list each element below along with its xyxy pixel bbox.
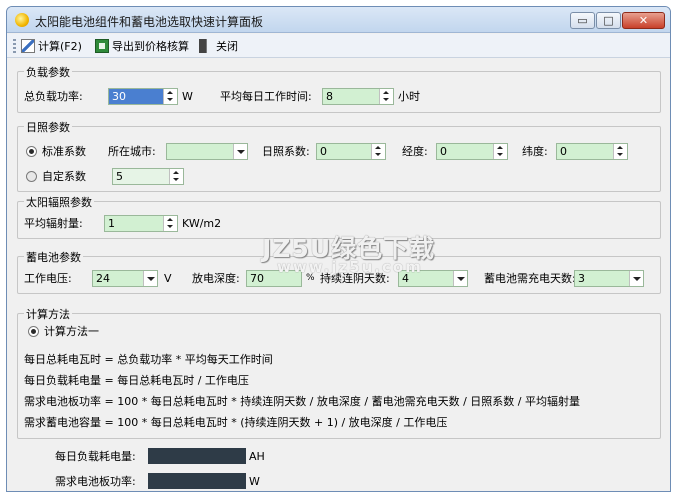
close-icon: ✕	[638, 14, 649, 27]
depth-value: 70	[250, 272, 264, 285]
close-window-button[interactable]: ✕	[622, 12, 665, 29]
chevron-down-icon[interactable]	[233, 144, 247, 159]
close-button[interactable]: 关闭	[199, 37, 238, 55]
standard-label: 标准系数	[42, 145, 86, 158]
sun-group: 日照参数 标准系数 所在城市: 日照系数: 0 经度: 0 纬度: 0 自定系数…	[17, 119, 661, 192]
toolbar: 计算(F2) 导出到价格核算 关闭	[7, 34, 670, 58]
custom-input[interactable]: 5	[112, 168, 184, 185]
export-label: 导出到价格核算	[112, 40, 189, 53]
coef-label: 日照系数:	[262, 145, 310, 158]
avg-spinner[interactable]	[163, 216, 177, 231]
lat-value: 0	[560, 145, 567, 158]
window-title: 太阳能电池组件和蓄电池选取快速计算面板	[35, 15, 264, 29]
app-window: 太阳能电池组件和蓄电池选取快速计算面板 ▭ □ ✕ 计算(F2) 导出到价格核算…	[6, 6, 671, 492]
power-spinner[interactable]	[163, 89, 177, 104]
custom-spinner[interactable]	[169, 169, 183, 184]
coef-value: 0	[320, 145, 327, 158]
hours-value: 8	[326, 90, 333, 103]
avg-input[interactable]: 1	[104, 215, 178, 232]
panel-power-label: 需求电池板功率:	[55, 475, 136, 488]
custom-label: 自定系数	[42, 170, 86, 183]
method-group: 计算方法 计算方法一 每日总耗电瓦时 = 总负载功率 * 平均每天工作时间 每日…	[17, 306, 661, 439]
sun-group-title: 日照参数	[24, 119, 72, 135]
calculate-button[interactable]: 计算(F2)	[21, 37, 82, 55]
sun-app-icon	[15, 13, 29, 27]
daily-usage-label: 每日负载耗电量:	[55, 450, 136, 463]
radiation-group-title: 太阳辐照参数	[24, 194, 94, 210]
avg-value: 1	[108, 217, 115, 230]
maximize-button[interactable]: □	[596, 12, 621, 29]
calculate-icon	[21, 39, 35, 53]
power-value: 30	[112, 90, 126, 103]
battery-group-title: 蓄电池参数	[24, 249, 83, 265]
avg-label: 平均辐射量:	[24, 217, 83, 230]
custom-radio[interactable]	[26, 171, 37, 182]
minimize-icon: ▭	[577, 14, 588, 27]
close-label: 关闭	[216, 40, 238, 53]
chevron-down-icon[interactable]	[143, 271, 157, 286]
lon-input[interactable]: 0	[436, 143, 508, 160]
formula-line: 每日总耗电瓦时 = 总负载功率 * 平均每天工作时间	[24, 353, 273, 366]
lat-input[interactable]: 0	[556, 143, 628, 160]
daily-usage-output	[148, 448, 246, 464]
voltage-select[interactable]: 24	[92, 270, 158, 287]
avg-unit: KW/m2	[182, 217, 222, 230]
load-group: 负载参数 总负载功率: 30 W 平均每日工作时间: 8 小时	[17, 64, 661, 113]
lon-spinner[interactable]	[493, 144, 507, 159]
method-one-label: 计算方法一	[44, 325, 99, 338]
maximize-icon: □	[603, 14, 614, 27]
city-label: 所在城市:	[108, 145, 156, 158]
excel-icon	[95, 39, 109, 53]
voltage-value: 24	[96, 272, 110, 285]
method-group-title: 计算方法	[24, 306, 72, 322]
standard-radio[interactable]	[26, 146, 37, 157]
panel-power-output	[148, 473, 246, 489]
calculate-label: 计算(F2)	[38, 40, 82, 53]
chevron-down-icon[interactable]	[629, 271, 643, 286]
watermark-url: www.jz5u.com	[277, 258, 423, 276]
hours-spinner[interactable]	[379, 89, 393, 104]
hours-input[interactable]: 8	[322, 88, 394, 105]
recharge-value: 3	[578, 272, 585, 285]
lat-label: 纬度:	[522, 145, 548, 158]
coef-spinner[interactable]	[371, 144, 385, 159]
recharge-label: 蓄电池需充电天数:	[484, 272, 576, 285]
power-input[interactable]: 30	[108, 88, 178, 105]
formula-line: 需求电池板功率 = 100 * 每日总耗电瓦时 * 持续连阴天数 / 放电深度 …	[24, 395, 580, 408]
depth-label: 放电深度:	[192, 272, 240, 285]
load-group-title: 负载参数	[24, 64, 72, 80]
custom-value: 5	[116, 170, 123, 183]
lon-label: 经度:	[402, 145, 428, 158]
formula-line: 每日负载耗电量 = 每日总耗电瓦时 / 工作电压	[24, 374, 249, 387]
exit-icon	[199, 39, 207, 53]
lat-spinner[interactable]	[613, 144, 627, 159]
lon-value: 0	[440, 145, 447, 158]
daily-usage-unit: AH	[249, 450, 265, 463]
voltage-label: 工作电压:	[24, 272, 72, 285]
toolbar-grip[interactable]	[13, 39, 16, 53]
hours-label: 平均每日工作时间:	[220, 90, 312, 103]
voltage-unit: V	[164, 272, 172, 285]
title-bar: 太阳能电池组件和蓄电池选取快速计算面板 ▭ □ ✕	[7, 7, 670, 33]
recharge-select[interactable]: 3	[574, 270, 644, 287]
power-label: 总负载功率:	[24, 90, 83, 103]
hours-unit: 小时	[398, 90, 420, 103]
panel-power-unit: W	[249, 475, 260, 488]
formula-line: 需求蓄电池容量 = 100 * 每日总耗电瓦时 * (持续连阴天数 + 1) /…	[24, 416, 448, 429]
power-unit: W	[182, 90, 193, 103]
method-one-radio[interactable]	[28, 326, 39, 337]
coef-input[interactable]: 0	[316, 143, 386, 160]
minimize-button[interactable]: ▭	[570, 12, 595, 29]
export-button[interactable]: 导出到价格核算	[95, 37, 189, 55]
chevron-down-icon[interactable]	[453, 271, 467, 286]
city-select[interactable]	[166, 143, 248, 160]
